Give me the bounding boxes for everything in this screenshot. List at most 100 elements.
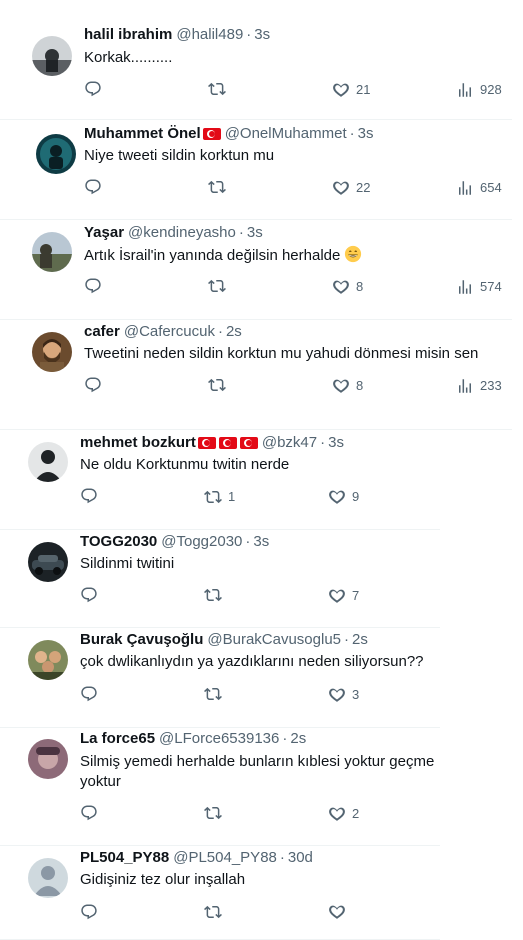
like-icon [332, 278, 350, 296]
flag-icons [197, 437, 258, 449]
timestamp[interactable]: 2s [352, 630, 368, 650]
reply-icon [84, 376, 102, 394]
separator-dot: · [279, 849, 285, 866]
reply-tweet[interactable]: Burak Çavuşoğlu @BurakCavusoglu5 · 2s ço… [0, 628, 440, 728]
retweet-button[interactable] [208, 80, 232, 98]
timestamp[interactable]: 30d [288, 848, 313, 868]
retweet-button[interactable] [204, 804, 228, 822]
timestamp[interactable]: 3s [358, 124, 374, 144]
like-button[interactable]: 8 [332, 277, 363, 297]
reply-button[interactable] [84, 277, 108, 295]
reply-tweet[interactable]: PL504_PY88 @PL504_PY88 · 30d Gidişiniz t… [0, 846, 440, 940]
user-handle[interactable]: @bzk47 [262, 433, 317, 453]
tweet-actions: 2 [0, 804, 440, 824]
reply-button[interactable] [84, 80, 108, 98]
reply-tweet[interactable]: cafer @Cafercucuk · 2s Tweetini neden si… [0, 320, 512, 430]
display-name[interactable]: PL504_PY88 [80, 848, 169, 868]
like-button[interactable]: 8 [332, 376, 363, 396]
like-button[interactable]: 22 [332, 178, 370, 198]
like-button[interactable]: 3 [328, 685, 359, 705]
display-name[interactable]: mehmet bozkurt [80, 433, 196, 453]
user-handle[interactable]: @PL504_PY88 [173, 848, 277, 868]
separator-dot: · [282, 730, 288, 747]
avatar[interactable] [32, 332, 72, 372]
retweet-button[interactable] [208, 376, 232, 394]
timestamp[interactable]: 3s [328, 433, 344, 453]
tweet-text: Ne oldu Korktunmu twitin nerde [80, 455, 440, 475]
display-name[interactable]: cafer [84, 322, 120, 342]
reply-tweet[interactable]: TOGG2030 @Togg2030 · 3s Sildinmi twitini… [0, 530, 440, 628]
retweet-icon [208, 376, 226, 394]
reply-tweet[interactable]: La force65 @LForce6539136 · 2s Silmiş ye… [0, 728, 440, 846]
like-icon [328, 686, 346, 704]
tweet-text-content: Korkak.......... [84, 49, 173, 66]
retweet-button[interactable] [208, 277, 232, 295]
timestamp[interactable]: 3s [247, 223, 263, 243]
like-button[interactable]: 7 [328, 586, 359, 606]
reply-tweet[interactable]: mehmet bozkurt @bzk47 · 3s Ne oldu Korkt… [0, 430, 440, 530]
reply-tweet[interactable]: Yaşar @kendineyasho · 3s Artık İsrail'in… [0, 220, 512, 320]
display-name[interactable]: halil ibrahim [84, 25, 172, 45]
like-count: 8 [356, 279, 364, 294]
user-handle[interactable]: @kendineyasho [128, 223, 236, 243]
reply-button[interactable] [80, 804, 104, 822]
timestamp[interactable]: 2s [290, 729, 306, 749]
timestamp[interactable]: 3s [254, 25, 270, 45]
retweet-icon [204, 903, 222, 921]
tweet-text: Niye tweeti sildin korktun mu [84, 146, 512, 166]
views-button[interactable]: 574 [456, 277, 502, 297]
views-button[interactable]: 654 [456, 178, 502, 198]
views-button[interactable]: 233 [456, 376, 502, 396]
like-button[interactable]: 9 [328, 487, 359, 507]
timestamp[interactable]: 2s [226, 322, 242, 342]
retweet-icon [204, 488, 222, 506]
views-count: 928 [480, 82, 502, 97]
avatar[interactable] [28, 442, 68, 482]
user-handle[interactable]: @halil489 [176, 25, 243, 45]
views-button[interactable]: 928 [456, 80, 502, 100]
turkey-flag-icon [239, 437, 258, 449]
retweet-button[interactable] [204, 903, 228, 921]
avatar[interactable] [32, 232, 72, 272]
avatar[interactable] [36, 134, 76, 174]
reply-button[interactable] [80, 903, 104, 921]
reply-tweet[interactable]: halil ibrahim @halil489 · 3s Korkak.....… [0, 20, 512, 120]
retweet-button[interactable] [204, 586, 228, 604]
user-handle[interactable]: @LForce6539136 [159, 729, 279, 749]
reply-button[interactable] [80, 685, 104, 703]
retweet-button[interactable] [204, 685, 228, 703]
reply-button[interactable] [80, 586, 104, 604]
reply-icon [84, 178, 102, 196]
avatar[interactable] [32, 36, 72, 76]
like-button[interactable]: 21 [332, 80, 370, 100]
display-name[interactable]: La force65 [80, 729, 155, 749]
retweet-button[interactable] [208, 178, 232, 196]
views-count: 574 [480, 279, 502, 294]
user-handle[interactable]: @Cafercucuk [124, 322, 215, 342]
avatar[interactable] [28, 542, 68, 582]
user-handle[interactable]: @Togg2030 [161, 532, 242, 552]
reply-tweet[interactable]: Muhammet Önel @OnelMuhammet · 3s Niye tw… [0, 120, 512, 220]
timestamp[interactable]: 3s [253, 532, 269, 552]
user-handle[interactable]: @OnelMuhammet [225, 124, 347, 144]
reply-icon [84, 277, 102, 295]
like-button[interactable] [328, 903, 352, 921]
retweet-icon [208, 277, 226, 295]
reply-button[interactable] [84, 376, 108, 394]
avatar[interactable] [28, 739, 68, 779]
reply-button[interactable] [84, 178, 108, 196]
user-handle[interactable]: @BurakCavusoglu5 [207, 630, 341, 650]
like-button[interactable]: 2 [328, 804, 359, 824]
tweet-header: La force65 @LForce6539136 · 2s [80, 729, 306, 749]
tweet-header: halil ibrahim @halil489 · 3s [84, 25, 270, 45]
retweet-button[interactable]: 1 [204, 487, 235, 507]
display-name[interactable]: TOGG2030 [80, 532, 157, 552]
display-name[interactable]: Muhammet Önel [84, 124, 201, 144]
reply-button[interactable] [80, 487, 104, 505]
display-name[interactable]: Yaşar [84, 223, 124, 243]
display-name[interactable]: Burak Çavuşoğlu [80, 630, 203, 650]
tweet-actions [0, 903, 440, 923]
like-count: 2 [352, 806, 360, 821]
avatar[interactable] [28, 858, 68, 898]
avatar[interactable] [28, 640, 68, 680]
